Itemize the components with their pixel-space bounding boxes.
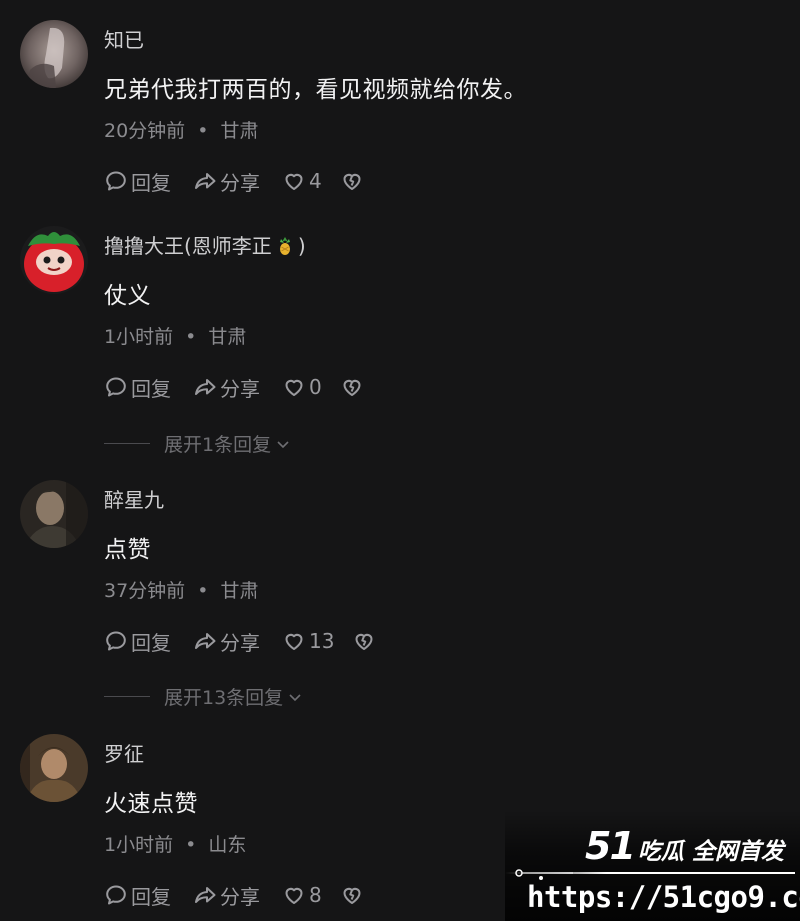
like-count: 0 <box>309 375 322 399</box>
reply-button[interactable]: 回复 <box>104 881 171 910</box>
avatar-red-daruma-icon <box>20 226 88 294</box>
comment-time: 37分钟前 <box>104 580 186 602</box>
comment-actions: 回复 分享 4 <box>104 166 386 196</box>
avatar-movie-still-icon <box>20 734 88 802</box>
comment-text: 点赞 <box>104 537 151 563</box>
watermark-logo: 51 吃瓜 全网首发 <box>585 824 784 868</box>
comment-meta: 1小时前 • 甘肃 <box>104 322 246 349</box>
expand-replies-button[interactable]: 展开13条回复 <box>104 683 303 710</box>
heart-icon <box>285 633 303 650</box>
reply-button[interactable]: 回复 <box>104 373 171 402</box>
share-label: 分享 <box>220 884 260 909</box>
reply-bubble-icon <box>106 171 126 191</box>
site-watermark: 51吃瓜 全网首发 https://51cgo9.com <box>505 810 800 921</box>
like-button[interactable]: 8 <box>282 883 322 907</box>
comment-meta: 37分钟前 • 甘肃 <box>104 576 259 603</box>
like-button[interactable]: 4 <box>282 169 322 193</box>
reply-button[interactable]: 回复 <box>104 627 171 656</box>
username[interactable]: 撸撸大王(恩师李正) <box>104 230 306 259</box>
reply-button[interactable]: 回复 <box>104 167 171 196</box>
meta-separator: • <box>197 580 209 602</box>
reply-label: 回复 <box>131 884 171 909</box>
share-arrow-icon <box>195 379 216 395</box>
reply-label: 回复 <box>131 630 171 655</box>
avatar[interactable] <box>20 480 88 548</box>
reply-bubble-icon <box>106 885 126 905</box>
avatar[interactable] <box>20 226 88 294</box>
expand-replies-button[interactable]: 展开1条回复 <box>104 430 291 457</box>
chevron-down-icon <box>289 693 301 701</box>
avatar-blurred-photo-icon <box>20 20 88 88</box>
username[interactable]: 醉星九 <box>104 484 164 513</box>
avatar[interactable] <box>20 734 88 802</box>
divider-line <box>104 696 150 697</box>
avatar[interactable] <box>20 20 88 88</box>
avatar-dark-portrait-icon <box>20 480 88 548</box>
like-count: 8 <box>309 883 322 907</box>
share-arrow-icon <box>195 887 216 903</box>
comment-actions: 回复 分享 13 <box>104 626 398 656</box>
watermark-brand-number: 51 <box>585 824 636 868</box>
dislike-button[interactable] <box>340 883 364 907</box>
comment-time: 1小时前 <box>104 326 174 348</box>
comment-location: 山东 <box>208 834 247 856</box>
comment-text: 兄弟代我打两百的，看见视频就给你发。 <box>104 77 527 103</box>
share-label: 分享 <box>220 170 260 195</box>
meta-separator: • <box>185 834 197 856</box>
comment-actions: 回复 分享 0 <box>104 372 386 402</box>
meta-separator: • <box>185 326 197 348</box>
comment-actions: 回复 分享 8 <box>104 880 386 910</box>
share-button[interactable]: 分享 <box>193 167 260 196</box>
comment-location: 甘肃 <box>208 326 247 348</box>
expand-replies-label: 展开1条回复 <box>164 434 272 456</box>
comment-time: 1小时前 <box>104 834 174 856</box>
heart-icon <box>285 887 303 904</box>
share-label: 分享 <box>220 630 260 655</box>
broken-heart-icon <box>343 379 361 396</box>
broken-heart-icon <box>343 173 361 190</box>
like-count: 13 <box>309 629 335 653</box>
pineapple-emoji-icon <box>276 236 294 256</box>
comment-text: 仗义 <box>104 283 151 309</box>
heart-icon <box>285 379 303 396</box>
comment-text: 火速点赞 <box>104 791 198 817</box>
share-arrow-icon <box>195 173 216 189</box>
reply-label: 回复 <box>131 376 171 401</box>
share-button[interactable]: 分享 <box>193 373 260 402</box>
username-suffix: ) <box>297 234 306 258</box>
comment-meta: 20分钟前 • 甘肃 <box>104 116 259 143</box>
divider-line <box>104 443 150 444</box>
comment-meta: 1小时前 • 山东 <box>104 830 246 857</box>
comment-location: 甘肃 <box>220 120 259 142</box>
watermark-divider <box>505 872 795 874</box>
comment-location: 甘肃 <box>220 580 259 602</box>
share-button[interactable]: 分享 <box>193 881 260 910</box>
share-label: 分享 <box>220 376 260 401</box>
heart-icon <box>285 173 303 190</box>
watermark-url: https://51cgo9.com <box>527 880 800 914</box>
expand-replies-label: 展开13条回复 <box>164 687 284 709</box>
like-button[interactable]: 0 <box>282 375 322 399</box>
chevron-down-icon <box>277 440 289 448</box>
username[interactable]: 罗征 <box>104 738 144 767</box>
broken-heart-icon <box>343 887 361 904</box>
like-button[interactable]: 13 <box>282 629 334 653</box>
reply-bubble-icon <box>106 377 126 397</box>
broken-heart-icon <box>355 633 373 650</box>
comment-time: 20分钟前 <box>104 120 186 142</box>
meta-separator: • <box>197 120 209 142</box>
watermark-brand-text: 吃瓜 全网首发 <box>637 839 784 865</box>
dislike-button[interactable] <box>340 169 364 193</box>
share-arrow-icon <box>195 633 216 649</box>
dislike-button[interactable] <box>352 629 376 653</box>
reply-bubble-icon <box>106 631 126 651</box>
like-count: 4 <box>309 169 322 193</box>
dislike-button[interactable] <box>340 375 364 399</box>
reply-label: 回复 <box>131 170 171 195</box>
share-button[interactable]: 分享 <box>193 627 260 656</box>
username-text: 撸撸大王(恩师李正 <box>104 234 272 258</box>
username[interactable]: 知已 <box>104 24 144 53</box>
